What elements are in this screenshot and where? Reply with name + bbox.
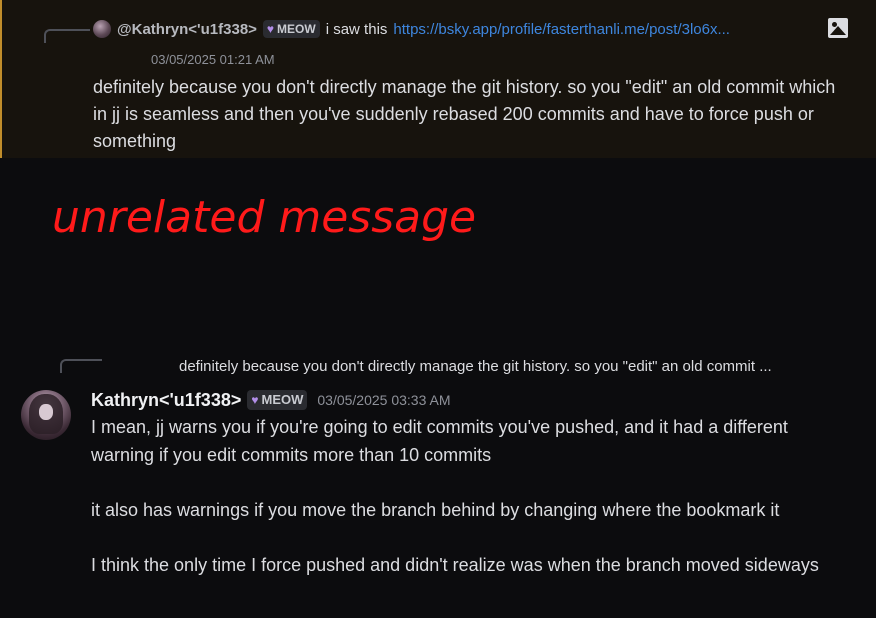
chat-view: @Kathryn<'u1f338> ♥ MEOW i saw this http…	[0, 0, 876, 618]
reply-link[interactable]: https://bsky.app/profile/fasterthanli.me…	[393, 21, 730, 38]
reply-author[interactable]: @Kathryn<'u1f338>	[117, 21, 257, 38]
author-name[interactable]: Kathryn<'u1f338>	[91, 390, 241, 411]
annotation-text: unrelated message	[52, 192, 476, 243]
highlighted-message[interactable]: @Kathryn<'u1f338> ♥ MEOW i saw this http…	[0, 0, 876, 158]
message-paragraph: I think the only time I force pushed and…	[91, 554, 819, 575]
reply-spine	[44, 29, 90, 43]
handwritten-annotation: unrelated message	[52, 192, 476, 243]
reply-spine	[60, 359, 102, 373]
server-tag-badge[interactable]: ♥ MEOW	[247, 390, 308, 410]
message-body: I mean, jj warns you if you're going to …	[91, 414, 851, 579]
heart-icon: ♥	[266, 22, 275, 36]
reply-avatar[interactable]	[93, 20, 111, 38]
heart-icon: ♥	[251, 393, 259, 407]
message-paragraph: it also has warnings if you move the bra…	[91, 499, 780, 520]
message-body: definitely because you don't directly ma…	[93, 77, 836, 151]
message-header: Kathryn<'u1f338> ♥ MEOW 03/05/2025 03:33…	[91, 388, 450, 412]
image-icon[interactable]	[828, 18, 848, 38]
reply-preview-text[interactable]: definitely because you don't directly ma…	[179, 358, 849, 380]
message-paragraph: I mean, jj warns you if you're going to …	[91, 417, 788, 465]
message-timestamp: 03/05/2025 01:21 AM	[151, 52, 275, 67]
badge-label: MEOW	[261, 392, 304, 407]
badge-label: MEOW	[277, 22, 316, 36]
reply-preview[interactable]: @Kathryn<'u1f338> ♥ MEOW i saw this http…	[93, 18, 853, 40]
message-timestamp: 03/05/2025 03:33 AM	[317, 392, 451, 408]
server-tag-badge[interactable]: ♥ MEOW	[262, 20, 320, 38]
avatar[interactable]	[21, 390, 71, 440]
reply-text: i saw this	[325, 20, 388, 38]
